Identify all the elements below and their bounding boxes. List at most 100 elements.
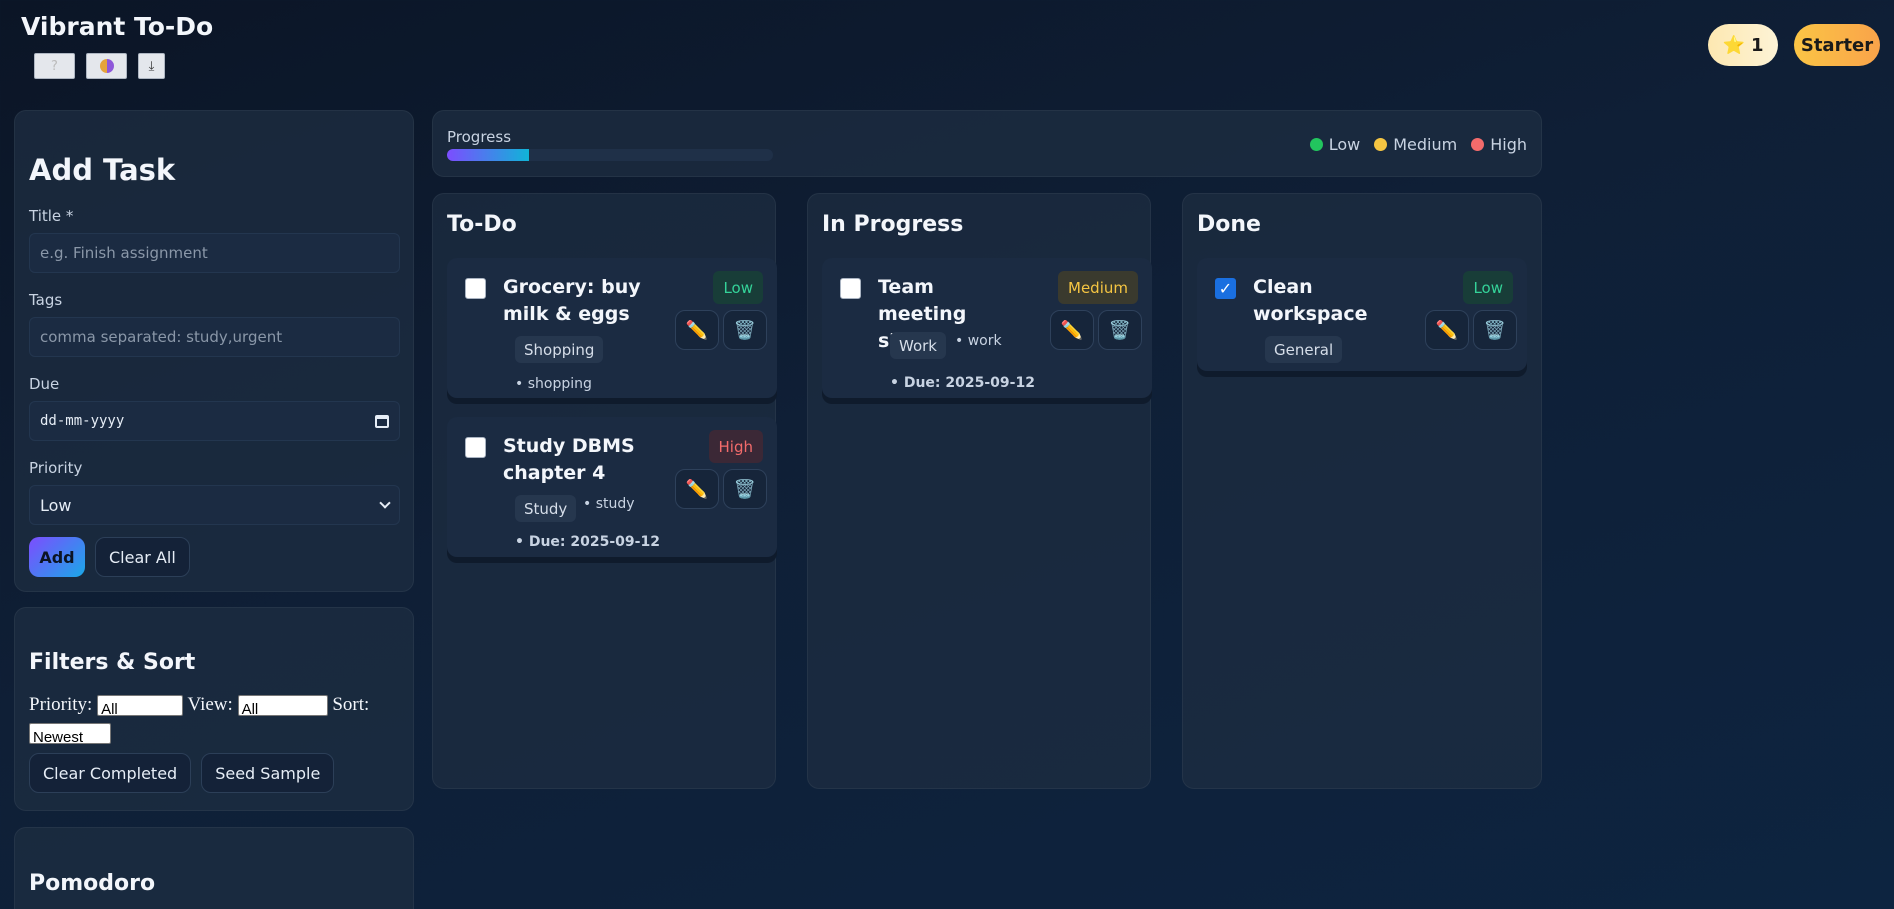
tags-label: Tags bbox=[29, 291, 63, 309]
add-button[interactable]: Add bbox=[29, 537, 85, 577]
star-icon: ⭐ bbox=[1722, 34, 1745, 56]
task-tag: Study bbox=[515, 495, 577, 522]
task-meta: • study bbox=[583, 496, 635, 512]
chevron-down-icon bbox=[379, 497, 391, 509]
task-due: • Due: 2025-09-12 bbox=[890, 375, 1035, 391]
pencil-icon: ✏️ bbox=[685, 478, 709, 500]
progress-fill bbox=[447, 149, 529, 161]
column-in-progress-title: In Progress bbox=[822, 212, 964, 237]
legend-medium-dot bbox=[1374, 138, 1388, 151]
priority-legend: Low Medium High bbox=[1309, 135, 1527, 154]
task-card[interactable]: Study DBMS chapter 4 High ✏️ 🗑️ Study • … bbox=[447, 417, 777, 557]
due-placeholder: dd-mm-yyyy bbox=[40, 413, 125, 429]
progress-bar bbox=[447, 149, 773, 161]
due-date-input[interactable]: dd-mm-yyyy bbox=[29, 401, 400, 441]
task-title: Clean workspace bbox=[1253, 276, 1368, 325]
column-todo: To-Do Grocery: buy milk & eggs Low ✏️ 🗑️… bbox=[432, 193, 777, 789]
filter-priority-select[interactable]: All bbox=[97, 695, 184, 719]
seed-sample-button[interactable]: Seed Sample bbox=[201, 753, 335, 793]
title-input[interactable]: e.g. Finish assignment bbox=[29, 233, 400, 273]
pencil-icon: ✏️ bbox=[1435, 319, 1459, 341]
task-card[interactable]: Team meeting slides Medium ✏️ 🗑️ Work • … bbox=[822, 258, 1152, 398]
priority-badge: Low bbox=[1463, 271, 1513, 304]
checkmark-icon: ✓ bbox=[1218, 279, 1233, 298]
priority-badge: Low bbox=[713, 271, 763, 304]
filter-priority-label: Priority: bbox=[29, 694, 93, 715]
due-label: Due bbox=[29, 375, 60, 393]
download-button[interactable]: ⤓ bbox=[138, 53, 165, 79]
edit-button[interactable]: ✏️ bbox=[1425, 310, 1469, 350]
legend-low-dot bbox=[1309, 138, 1323, 151]
edit-button[interactable]: ✏️ bbox=[1050, 310, 1094, 350]
legend-high-label: High bbox=[1490, 135, 1527, 154]
filter-priority-value: All bbox=[101, 701, 118, 719]
level-badge: Starter bbox=[1794, 24, 1880, 66]
task-title: Grocery: buy milk & eggs bbox=[503, 276, 641, 325]
edit-button[interactable]: ✏️ bbox=[675, 469, 719, 509]
top-toolbar: ? ⤓ bbox=[34, 53, 165, 79]
title-label: Title * bbox=[29, 207, 74, 225]
filter-view-value: All bbox=[241, 701, 259, 719]
legend-high-dot bbox=[1471, 138, 1485, 151]
delete-button[interactable]: 🗑️ bbox=[723, 310, 767, 350]
delete-button[interactable]: 🗑️ bbox=[1098, 310, 1142, 350]
stars-count: 1 bbox=[1750, 34, 1764, 56]
delete-button[interactable]: 🗑️ bbox=[723, 469, 767, 509]
task-card[interactable]: ✓ Clean workspace Low ✏️ 🗑️ General bbox=[1197, 258, 1527, 371]
tags-input[interactable]: comma separated: study,urgent bbox=[29, 317, 400, 357]
column-in-progress: In Progress Team meeting slides Medium ✏… bbox=[807, 193, 1152, 789]
header-badges: ⭐ 1 Starter bbox=[1708, 24, 1880, 66]
task-due: • Due: 2025-09-12 bbox=[515, 534, 660, 550]
priority-badge: High bbox=[708, 430, 763, 463]
clear-completed-button[interactable]: Clear Completed bbox=[29, 753, 192, 793]
sort-value: Newest bbox=[33, 729, 84, 747]
priority-badge: Medium bbox=[1058, 271, 1138, 304]
theme-icon bbox=[99, 59, 114, 73]
delete-button[interactable]: 🗑️ bbox=[1473, 310, 1517, 350]
help-icon: ? bbox=[51, 58, 58, 74]
download-icon: ⤓ bbox=[148, 58, 155, 74]
task-checkbox[interactable] bbox=[465, 437, 486, 458]
pomodoro-heading: Pomodoro bbox=[29, 871, 156, 896]
title-placeholder: e.g. Finish assignment bbox=[40, 244, 208, 262]
priority-value: Low bbox=[40, 495, 72, 515]
app-title: Vibrant To-Do bbox=[21, 12, 214, 41]
task-meta: • shopping bbox=[515, 376, 592, 392]
progress-panel: Progress Low Medium High bbox=[432, 110, 1542, 177]
calendar-icon[interactable] bbox=[375, 414, 389, 428]
trash-icon: 🗑️ bbox=[733, 319, 757, 341]
priority-label: Priority bbox=[29, 459, 83, 477]
task-checkbox[interactable] bbox=[465, 278, 486, 299]
filters-panel: Filters & Sort Priority: All View: All S… bbox=[14, 607, 414, 811]
column-done: Done ✓ Clean workspace Low ✏️ 🗑️ General bbox=[1182, 193, 1542, 789]
clear-all-button[interactable]: Clear All bbox=[95, 537, 190, 577]
column-todo-title: To-Do bbox=[447, 212, 517, 237]
task-tag: Work bbox=[890, 332, 946, 359]
task-tag: General bbox=[1265, 336, 1343, 363]
task-card[interactable]: Grocery: buy milk & eggs Low ✏️ 🗑️ Shopp… bbox=[447, 258, 777, 398]
trash-icon: 🗑️ bbox=[1483, 319, 1507, 341]
sort-select[interactable]: Newest bbox=[29, 723, 111, 747]
stars-badge: ⭐ 1 bbox=[1708, 24, 1778, 66]
priority-select[interactable]: Low bbox=[29, 485, 400, 525]
legend-low: Low bbox=[1309, 135, 1361, 154]
edit-button[interactable]: ✏️ bbox=[675, 310, 719, 350]
filter-view-select[interactable]: All bbox=[237, 695, 328, 719]
column-done-title: Done bbox=[1197, 212, 1261, 237]
task-meta: • work bbox=[955, 333, 1002, 349]
task-checkbox[interactable]: ✓ bbox=[1215, 278, 1236, 299]
legend-high: High bbox=[1471, 135, 1527, 154]
help-button[interactable]: ? bbox=[34, 53, 75, 79]
add-task-heading: Add Task bbox=[29, 153, 176, 187]
tags-placeholder: comma separated: study,urgent bbox=[40, 328, 283, 346]
task-title: Study DBMS chapter 4 bbox=[503, 435, 635, 484]
filters-heading: Filters & Sort bbox=[29, 650, 196, 675]
theme-toggle-button[interactable] bbox=[86, 53, 127, 79]
filter-sort-label: Sort: bbox=[332, 694, 370, 715]
legend-medium: Medium bbox=[1374, 135, 1457, 154]
filters-row: Priority: All View: All Sort: Newest bbox=[29, 691, 399, 747]
legend-low-label: Low bbox=[1328, 135, 1361, 154]
task-checkbox[interactable] bbox=[840, 278, 861, 299]
add-task-panel: Add Task Title * e.g. Finish assignment … bbox=[14, 110, 414, 592]
task-tag: Shopping bbox=[515, 336, 604, 363]
